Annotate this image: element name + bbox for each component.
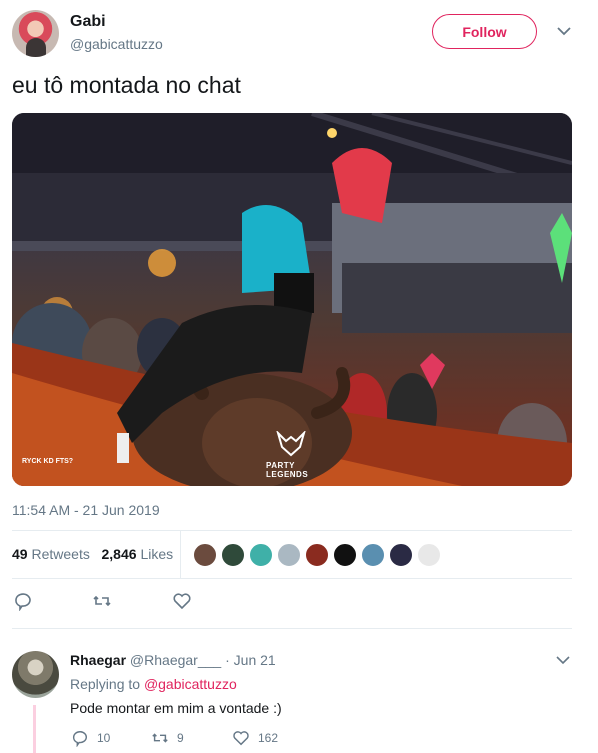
avatar-liker-7[interactable]	[361, 543, 385, 567]
avatar-liker-1[interactable]	[193, 543, 217, 567]
avatar-liker-8[interactable]	[389, 543, 413, 567]
divider	[12, 628, 572, 629]
replying-to-mention[interactable]: @gabicattuzzo	[144, 676, 237, 692]
perry-avatar-liker-3[interactable]	[249, 543, 273, 567]
reply-text: Pode montar em mim a vontade :)	[70, 700, 282, 716]
retweets-label: Retweets	[31, 546, 90, 562]
likes-label: Likes	[140, 546, 174, 562]
reply-retweet-action[interactable]: 9	[151, 729, 184, 747]
retweets-stat[interactable]: 49 Retweets	[12, 546, 90, 562]
like-heart-icon[interactable]	[172, 591, 192, 611]
likers-avatars	[193, 543, 441, 567]
reply-icon[interactable]	[13, 591, 33, 611]
like-heart-icon[interactable]	[232, 729, 250, 747]
replying-to-line: Replying to @gabicattuzzo	[70, 676, 237, 692]
likes-count: 2,846	[101, 546, 137, 562]
stats-separator	[180, 530, 181, 578]
tweet-timestamp[interactable]: 11:54 AM - 21 Jun 2019	[12, 502, 160, 518]
tweet-text: eu tô montada no chat	[12, 72, 241, 98]
photo-logo-right-top: PARTY	[266, 461, 296, 470]
tweet-stats: 49 Retweets 2,846 Likes	[12, 546, 173, 562]
avatar-liker-9[interactable]	[417, 543, 441, 567]
thread-line	[33, 705, 36, 753]
likes-stat[interactable]: 2,846 Likes	[102, 546, 174, 562]
author-name[interactable]: Gabi	[70, 13, 106, 31]
default-avatar-liker-4[interactable]	[277, 543, 301, 567]
reply-reply-action[interactable]: 10	[71, 729, 110, 747]
retweets-count: 49	[12, 546, 28, 562]
avatar-liker-5[interactable]	[305, 543, 329, 567]
author-avatar[interactable]	[12, 10, 59, 57]
avatar-liker-6[interactable]	[333, 543, 357, 567]
follow-button[interactable]: Follow	[432, 14, 537, 49]
fox-logo-icon	[276, 431, 306, 457]
replying-to-prefix: Replying to	[70, 676, 141, 692]
chevron-down-icon[interactable]	[555, 652, 571, 668]
chevron-down-icon[interactable]	[555, 22, 573, 40]
divider	[12, 530, 572, 531]
divider	[12, 578, 572, 579]
reply-separator: ·	[225, 652, 230, 668]
photo-logo-right-bottom: LEGENDS	[266, 470, 309, 479]
reply-author-name[interactable]: Rhaegar	[70, 652, 126, 668]
tweet-photo[interactable]: RYCK KD FTS? PARTY LEGENDS	[12, 113, 572, 486]
reply-author-avatar[interactable]	[12, 651, 59, 698]
reply-date[interactable]: Jun 21	[234, 652, 276, 668]
reply-icon[interactable]	[71, 729, 89, 747]
photo-logo-right: PARTY LEGENDS	[266, 461, 308, 479]
reply-likes-count: 162	[258, 731, 279, 745]
reply-like-action[interactable]: 162	[232, 729, 278, 747]
reply-author-handle[interactable]: @Rhaegar___	[130, 652, 221, 668]
photo-logo-left: RYCK KD FTS?	[22, 458, 74, 465]
reply-header: Rhaegar @Rhaegar___ · Jun 21	[70, 652, 276, 668]
author-handle[interactable]: @gabicattuzzo	[70, 36, 163, 52]
retweet-icon[interactable]	[92, 591, 112, 611]
avatar-liker-2[interactable]	[221, 543, 245, 567]
retweet-icon[interactable]	[151, 729, 169, 747]
reply-retweets-count: 9	[177, 731, 184, 745]
reply-replies-count: 10	[97, 731, 111, 745]
